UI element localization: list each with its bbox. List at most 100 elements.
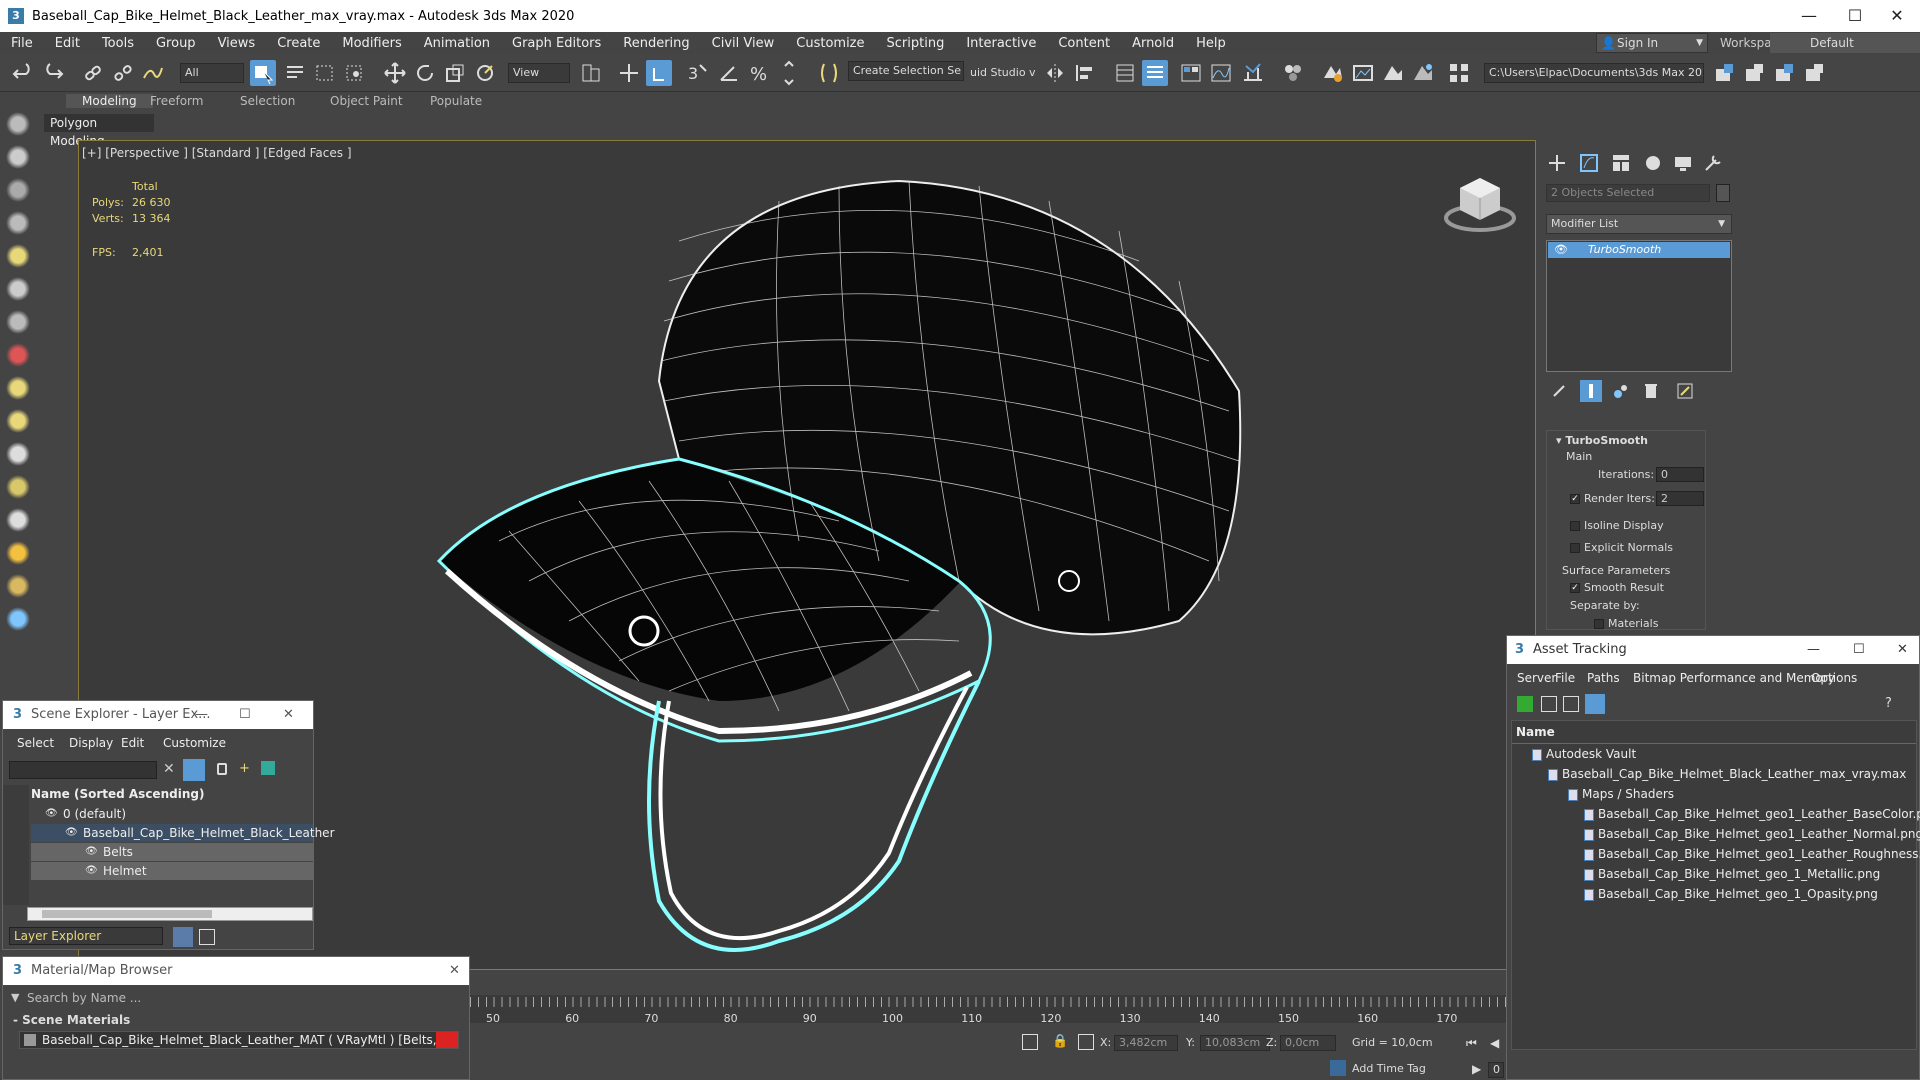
current-frame-field[interactable]: 0 [1488, 1062, 1504, 1078]
rotate-icon[interactable] [412, 60, 438, 86]
selection-filter-dropdown[interactable]: All [180, 63, 244, 83]
asset-row[interactable]: Baseball_Cap_Bike_Helmet_geo1_Leather_No… [1584, 827, 1920, 841]
ribbon-panel-polygon-modeling[interactable]: Polygon Modeling [44, 114, 154, 148]
minimize-button[interactable]: — [1786, 0, 1832, 32]
sphere-icon[interactable] [6, 211, 30, 235]
material-editor-icon[interactable] [1280, 60, 1306, 86]
make-unique-icon[interactable] [1610, 380, 1632, 402]
asset-menu-bitmap-performance-and-memory[interactable]: Bitmap Performance and Memory [1633, 671, 1835, 685]
toggle-ribbon-icon[interactable] [1178, 60, 1204, 86]
asset-row[interactable]: Baseball_Cap_Bike_Helmet_geo_1_Metallic.… [1584, 867, 1880, 881]
tab-object-paint[interactable]: Object Paint [330, 94, 403, 108]
maximize-button[interactable]: ☐ [239, 701, 251, 729]
motion-tab-icon[interactable] [1642, 152, 1664, 174]
sign-in-button[interactable]: 👤 Sign In ▼ [1596, 33, 1708, 53]
menu-arnold[interactable]: Arnold [1121, 36, 1185, 51]
utilities-tab-icon[interactable] [1702, 152, 1724, 174]
y-coord-field[interactable]: 10,083cm [1200, 1035, 1270, 1051]
menu-tools[interactable]: Tools [91, 36, 145, 51]
toggle-scene-explorer-icon[interactable] [1112, 60, 1138, 86]
asset-row[interactable]: Maps / Shaders [1568, 787, 1674, 801]
menu-graph-editors[interactable]: Graph Editors [501, 36, 612, 51]
paint-select-icon[interactable] [6, 145, 30, 169]
camera-icon[interactable] [6, 277, 30, 301]
refresh-icon[interactable] [1517, 696, 1533, 712]
menu-modifiers[interactable]: Modifiers [331, 36, 412, 51]
minimize-button[interactable]: — [195, 701, 208, 729]
table-view-icon[interactable] [1585, 694, 1605, 714]
teapot-icon[interactable] [6, 574, 30, 598]
modifier-list-dropdown[interactable]: Modifier List ▼ [1546, 214, 1732, 234]
asset-menu-options[interactable]: Options [1811, 671, 1857, 685]
asset-tracking-titlebar[interactable]: 3 Asset Tracking — ☐ ✕ [1507, 636, 1919, 664]
scene-search-input[interactable] [9, 761, 157, 779]
angle-snap-icon[interactable] [716, 60, 742, 86]
menu-file[interactable]: File [0, 36, 44, 51]
asset-menu-file[interactable]: File [1555, 671, 1575, 685]
edit-named-selection-icon[interactable] [816, 60, 842, 86]
named-selection-dropdown[interactable]: Create Selection Se [848, 61, 964, 81]
tab-selection[interactable]: Selection [240, 94, 295, 108]
tab-modeling[interactable]: Modeling [66, 94, 153, 108]
maximize-button[interactable]: ☐ [1832, 0, 1878, 32]
scale-icon[interactable] [442, 60, 468, 86]
x-coord-field[interactable]: 3,482cm [1114, 1035, 1178, 1051]
menu-customize[interactable]: Customize [785, 36, 875, 51]
smooth-result-checkbox[interactable]: ✓ [1570, 583, 1580, 593]
pin-stack-icon[interactable] [1548, 380, 1570, 402]
bind-space-warp-icon[interactable] [140, 60, 166, 86]
project-open-icon[interactable] [1742, 60, 1768, 86]
chevron-down-icon[interactable]: ▼ [11, 991, 19, 1004]
asset-menu-server[interactable]: Server [1517, 671, 1556, 685]
asset-row[interactable]: Baseball_Cap_Bike_Helmet_geo_1_Opasity.p… [1584, 887, 1878, 901]
menu-interactive[interactable]: Interactive [955, 36, 1047, 51]
asset-row[interactable]: Baseball_Cap_Bike_Helmet_geo1_Leather_Ro… [1584, 847, 1920, 861]
viewport-label[interactable]: [+] [Perspective ] [Standard ] [Edged Fa… [82, 146, 352, 160]
eye-icon[interactable]: 👁 [85, 862, 98, 880]
close-button[interactable]: ✕ [1874, 0, 1920, 32]
mirror-icon[interactable] [1042, 60, 1068, 86]
show-end-result-icon[interactable] [1580, 380, 1602, 402]
menu-scripting[interactable]: Scripting [876, 36, 956, 51]
workspace-dropdown[interactable]: Default [1770, 33, 1920, 53]
go-to-start-icon[interactable]: ⏮ [1466, 1036, 1477, 1051]
box-icon[interactable] [6, 178, 30, 202]
menu-edit[interactable]: Edit [44, 36, 91, 51]
layer-explorer-toggle-icon[interactable] [173, 927, 193, 947]
plane-icon[interactable] [6, 376, 30, 400]
explorer-type-dropdown[interactable]: Layer Explorer [9, 927, 163, 945]
modifier-stack-item-turbosmooth[interactable]: 👁 TurboSmooth [1548, 242, 1730, 258]
render-iterative-icon[interactable] [1410, 60, 1436, 86]
placement-icon[interactable] [472, 60, 498, 86]
add-layer-icon[interactable]: + [239, 761, 250, 776]
space-warp-icon[interactable] [6, 343, 30, 367]
hedra-icon[interactable] [6, 475, 30, 499]
render-production-icon[interactable] [1380, 60, 1406, 86]
toggle-layer-explorer-icon[interactable] [1142, 60, 1168, 86]
move-icon[interactable] [382, 60, 408, 86]
cone-icon[interactable] [6, 508, 30, 532]
menu-create[interactable]: Create [266, 36, 331, 51]
align-icon[interactable] [1072, 60, 1098, 86]
unlink-icon[interactable] [110, 60, 136, 86]
absolute-mode-icon[interactable] [1078, 1034, 1094, 1050]
modifier-stack[interactable] [1546, 240, 1732, 372]
material-item[interactable]: Baseball_Cap_Bike_Helmet_Black_Leather_M… [19, 1031, 459, 1049]
close-button[interactable]: ✕ [1897, 636, 1908, 664]
select-object-icon[interactable] [250, 60, 276, 86]
eye-icon[interactable]: 👁 [65, 824, 78, 842]
link-icon[interactable] [80, 60, 106, 86]
light-icon[interactable] [6, 244, 30, 268]
open-render-message-icon[interactable] [1446, 60, 1472, 86]
configure-modifier-sets-icon[interactable] [1674, 380, 1696, 402]
iterations-spinner[interactable]: 0 [1656, 467, 1704, 482]
reference-coordinate-dropdown[interactable]: View [508, 63, 570, 83]
z-coord-field[interactable]: 0,0cm [1280, 1035, 1336, 1051]
materials-checkbox[interactable] [1594, 619, 1604, 629]
close-button[interactable]: ✕ [283, 701, 294, 729]
redo-icon[interactable] [40, 60, 66, 86]
clear-search-icon[interactable]: ✕ [163, 761, 175, 777]
modify-tab-icon[interactable] [1578, 152, 1600, 174]
project-settings-icon[interactable] [1802, 60, 1828, 86]
viewcube-icon[interactable] [1440, 170, 1520, 240]
